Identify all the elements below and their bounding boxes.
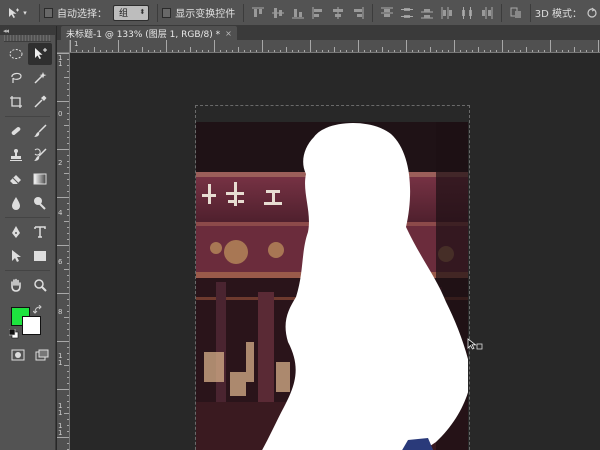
separator [5, 217, 50, 218]
ruler-label: 1 [58, 60, 63, 68]
tool-preset-picker[interactable]: ▾ [0, 0, 35, 26]
distribute-bottom-icon[interactable] [420, 6, 434, 20]
mode-3d-label: 3D 模式： [534, 9, 582, 20]
healing-brush-icon[interactable] [4, 120, 28, 142]
marquee-tool-icon[interactable] [4, 43, 28, 65]
panel-collapse-button[interactable]: ◂◂ [0, 26, 56, 35]
align-vcenter-icon[interactable] [271, 6, 285, 20]
type-tool-icon[interactable] [28, 221, 52, 243]
default-colors-icon[interactable] [9, 329, 19, 339]
auto-select-value: 组 [119, 9, 129, 19]
zoom-tool-icon[interactable] [28, 274, 52, 296]
clone-stamp-icon[interactable] [4, 144, 28, 166]
dodge-tool-icon[interactable] [28, 192, 52, 214]
separator [500, 3, 502, 22]
ruler-label: 2 [58, 159, 63, 167]
brush-tool-icon[interactable] [28, 120, 52, 142]
ruler-label: 1 [58, 429, 63, 437]
auto-select-label: 自动选择： [57, 9, 107, 20]
ruler-label: 0 [58, 110, 63, 118]
distribute-right-icon[interactable] [480, 6, 494, 20]
separator [529, 3, 531, 22]
background-color-swatch[interactable] [22, 316, 41, 335]
distribute-vcenter-icon[interactable] [400, 6, 414, 20]
panel-grip[interactable] [4, 35, 51, 42]
auto-select-dropdown[interactable]: 组 ⬍ [113, 4, 150, 21]
align-left-icon[interactable] [311, 6, 325, 20]
tools-panel [0, 35, 56, 450]
history-brush-icon[interactable] [28, 144, 52, 166]
horizontal-ruler-ticks [70, 40, 599, 52]
ruler-origin[interactable] [57, 40, 70, 53]
layer-image [196, 122, 468, 450]
gradient-tool-icon[interactable] [28, 168, 52, 190]
document-tab-title: 未标题-1 @ 133% (图层 1, RGB/8) * [66, 29, 221, 40]
separator [157, 3, 159, 22]
swap-colors-icon[interactable] [33, 305, 43, 315]
align-right-icon[interactable] [351, 6, 365, 20]
align-hcenter-icon[interactable] [331, 6, 345, 20]
show-transform-checkbox[interactable] [162, 7, 172, 18]
separator [243, 3, 245, 22]
ruler-label: 1 [58, 409, 63, 417]
collapse-arrows-icon: ◂◂ [3, 26, 9, 35]
ruler-label: 6 [58, 258, 63, 266]
chevron-down-icon: ▾ [23, 8, 27, 17]
magic-wand-icon[interactable] [28, 67, 52, 89]
auto-select-checkbox[interactable] [43, 7, 53, 18]
distribute-hcenter-icon[interactable] [460, 6, 474, 20]
quick-mask-icon[interactable] [6, 344, 30, 366]
ruler-label: 4 [58, 209, 63, 217]
move-tool-icon[interactable] [28, 43, 52, 65]
close-icon[interactable]: × [225, 29, 232, 38]
screen-mode-icon[interactable] [30, 344, 54, 366]
move-tool-icon [9, 7, 20, 18]
color-swatches [0, 305, 55, 343]
crop-tool-icon[interactable] [4, 91, 28, 113]
separator [5, 116, 50, 117]
eraser-icon[interactable] [4, 168, 28, 190]
align-top-icon[interactable] [251, 6, 265, 20]
document-tab-bar: 未标题-1 @ 133% (图层 1, RGB/8) * × [57, 26, 600, 40]
path-select-icon[interactable] [4, 245, 28, 267]
3d-rotate-icon[interactable] [586, 7, 598, 19]
vertical-ruler[interactable]: 1 1 0 2 4 6 8 1 1 1 1 1 1 [57, 53, 70, 450]
hand-tool-icon[interactable] [4, 274, 28, 296]
separator [39, 3, 40, 22]
pen-tool-icon[interactable] [4, 221, 28, 243]
document-canvas[interactable] [196, 122, 468, 450]
move-cursor-icon [467, 338, 483, 350]
rectangle-tool-icon[interactable] [28, 245, 52, 267]
align-bottom-icon[interactable] [291, 6, 305, 20]
distribute-left-icon[interactable] [440, 6, 454, 20]
document-tab[interactable]: 未标题-1 @ 133% (图层 1, RGB/8) * × [61, 26, 237, 40]
horizontal-ruler[interactable]: 1 [70, 40, 600, 53]
options-bar: ▾ 自动选择： 组 ⬍ 显示变换控件 3D 模式： [0, 0, 600, 26]
chevron-updown-icon: ⬍ [139, 8, 146, 16]
mode-3d: 3D 模式： [535, 5, 600, 20]
distribute-top-icon[interactable] [380, 6, 394, 20]
lasso-tool-icon[interactable] [4, 67, 28, 89]
auto-align-icon[interactable] [509, 6, 523, 20]
ruler-label: 1 [58, 359, 63, 367]
separator [372, 3, 373, 22]
canvas-workspace[interactable] [71, 54, 600, 450]
eyedropper-icon[interactable] [28, 91, 52, 113]
ruler-label: 8 [58, 308, 63, 316]
separator [5, 270, 50, 271]
blur-tool-icon[interactable] [4, 192, 28, 214]
show-transform-label: 显示变换控件 [175, 9, 236, 20]
ruler-label: 1 [74, 40, 79, 48]
